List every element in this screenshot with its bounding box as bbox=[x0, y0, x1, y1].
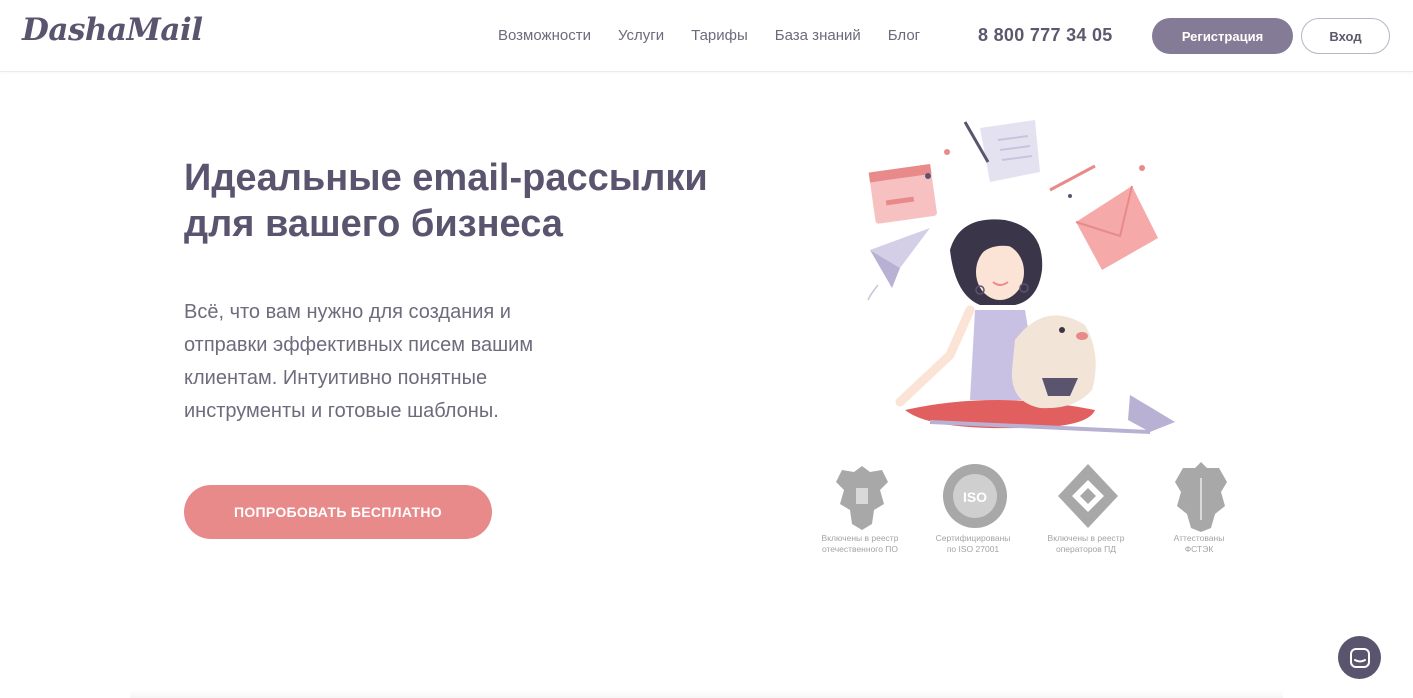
browser-window-icon bbox=[868, 163, 937, 224]
badge-label-line: ФСТЭК bbox=[1184, 544, 1214, 554]
badge-label-line: Включены в реестр bbox=[1047, 533, 1125, 543]
hero-subtitle-line: клиентам. Интуитивно понятные bbox=[184, 367, 488, 389]
woman-with-dog-illustration bbox=[867, 120, 1175, 434]
badge-label-line: Сертифицированы bbox=[935, 533, 1011, 543]
phone-number[interactable]: 8 800 777 34 05 bbox=[978, 25, 1113, 46]
dashamail-logo[interactable]: DashaMail bbox=[22, 12, 203, 48]
try-free-button[interactable]: ПОПРОБОВАТЬ БЕСПЛАТНО bbox=[184, 485, 492, 539]
hero-title: Идеальные email-рассылки для вашего бизн… bbox=[184, 155, 744, 247]
badge-label-line: по ISO 27001 bbox=[946, 544, 1000, 554]
nav-link-blog[interactable]: Блог bbox=[888, 27, 920, 44]
nav-link-features[interactable]: Возможности bbox=[498, 27, 591, 44]
hero-subtitle: Всё, что вам нужно для создания и отправ… bbox=[184, 296, 604, 428]
badge-label: Включены в реестр операторов ПД bbox=[1031, 533, 1141, 555]
nav-link-services[interactable]: Услуги bbox=[618, 27, 664, 44]
hero-title-line: для вашего бизнеса bbox=[184, 203, 563, 245]
badge-label-line: Включены в реестр bbox=[821, 533, 899, 543]
hero-subtitle-line: инструменты и готовые шаблоны. bbox=[184, 400, 499, 422]
nav-link-knowledge-base[interactable]: База знаний bbox=[775, 27, 861, 44]
badge-label-line: отечественного ПО bbox=[821, 544, 899, 554]
hero-illustration bbox=[830, 110, 1250, 450]
main-nav: Возможности Услуги Тарифы База знаний Бл… bbox=[498, 27, 947, 44]
chat-widget-button[interactable] bbox=[1338, 636, 1381, 679]
badge-label: Сертифицированы по ISO 27001 bbox=[918, 533, 1028, 555]
fstek-emblem-icon bbox=[1175, 462, 1227, 532]
badge-label: Включены в реестр отечественного ПО bbox=[805, 533, 915, 555]
nav-link-pricing[interactable]: Тарифы bbox=[691, 27, 748, 44]
badge-label-line: Аттестованы bbox=[1173, 533, 1225, 543]
badge-label: Аттестованы ФСТЭК bbox=[1144, 533, 1254, 555]
chat-icon bbox=[1349, 647, 1370, 668]
certification-badges: Включены в реестр отечественного ПО ISO … bbox=[805, 460, 1245, 560]
iso-icon: ISO bbox=[943, 464, 1007, 528]
badge-software-registry: Включены в реестр отечественного ПО bbox=[805, 460, 915, 560]
login-button[interactable]: Вход bbox=[1301, 18, 1390, 54]
hero-subtitle-line: отправки эффективных писем вашим bbox=[184, 334, 534, 356]
hero-title-line: Идеальные email-рассылки bbox=[184, 157, 708, 199]
svg-text:ISO: ISO bbox=[963, 489, 987, 505]
document-icon bbox=[963, 120, 1040, 182]
paper-plane-icon bbox=[867, 228, 930, 301]
site-header: DashaMail Возможности Услуги Тарифы База… bbox=[0, 0, 1413, 72]
register-button[interactable]: Регистрация bbox=[1152, 18, 1293, 54]
diamond-logo-icon bbox=[1058, 464, 1118, 528]
coat-of-arms-icon bbox=[836, 466, 888, 530]
badge-label-line: операторов ПД bbox=[1055, 544, 1117, 554]
badge-pd-registry: Включены в реестр операторов ПД bbox=[1031, 460, 1141, 560]
dog-figure bbox=[1011, 315, 1096, 409]
envelope-icon bbox=[1049, 164, 1158, 270]
badge-iso: ISO Сертифицированы по ISO 27001 bbox=[918, 460, 1028, 560]
hero-subtitle-line: Всё, что вам нужно для создания и bbox=[184, 301, 511, 323]
badge-fstek: Аттестованы ФСТЭК bbox=[1144, 460, 1254, 560]
section-divider bbox=[130, 690, 1283, 698]
